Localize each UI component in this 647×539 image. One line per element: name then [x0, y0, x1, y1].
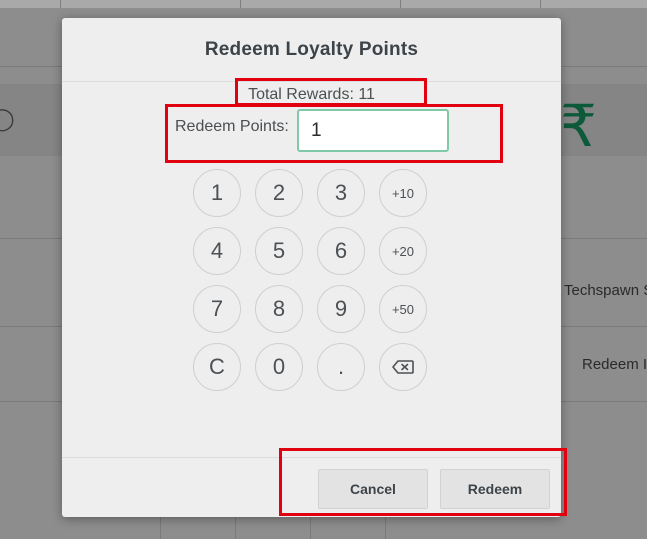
background-divider [385, 515, 386, 539]
key-7[interactable]: 7 [193, 285, 241, 333]
key-4[interactable]: 4 [193, 227, 241, 275]
background-divider [310, 515, 311, 539]
highlight-footer-buttons [279, 448, 567, 516]
key-2[interactable]: 2 [255, 169, 303, 217]
rupee-icon: ₹ [560, 92, 597, 160]
highlight-redeem-points [165, 104, 503, 163]
key-8[interactable]: 8 [255, 285, 303, 333]
key-9[interactable]: 9 [317, 285, 365, 333]
key-backspace[interactable] [379, 343, 427, 391]
key-clear[interactable]: C [193, 343, 241, 391]
key-6[interactable]: 6 [317, 227, 365, 275]
background-edge-icon: ◯ [0, 106, 15, 131]
key-3[interactable]: 3 [317, 169, 365, 217]
key-5[interactable]: 5 [255, 227, 303, 275]
backspace-icon [392, 360, 414, 374]
key-plus-10[interactable]: +10 [379, 169, 427, 217]
key-plus-20[interactable]: +20 [379, 227, 427, 275]
dialog-header: Redeem Loyalty Points [62, 18, 561, 82]
key-1[interactable]: 1 [193, 169, 241, 217]
key-decimal[interactable]: . [317, 343, 365, 391]
key-plus-50[interactable]: +50 [379, 285, 427, 333]
background-list-item[interactable]: Techspawn S [564, 282, 647, 299]
background-list-item[interactable]: Redeem I [582, 356, 647, 373]
highlight-total-rewards [235, 78, 427, 106]
key-0[interactable]: 0 [255, 343, 303, 391]
background-divider [235, 515, 236, 539]
background-topbar [0, 0, 647, 8]
background-divider [160, 515, 161, 539]
dialog-title: Redeem Loyalty Points [204, 38, 419, 60]
